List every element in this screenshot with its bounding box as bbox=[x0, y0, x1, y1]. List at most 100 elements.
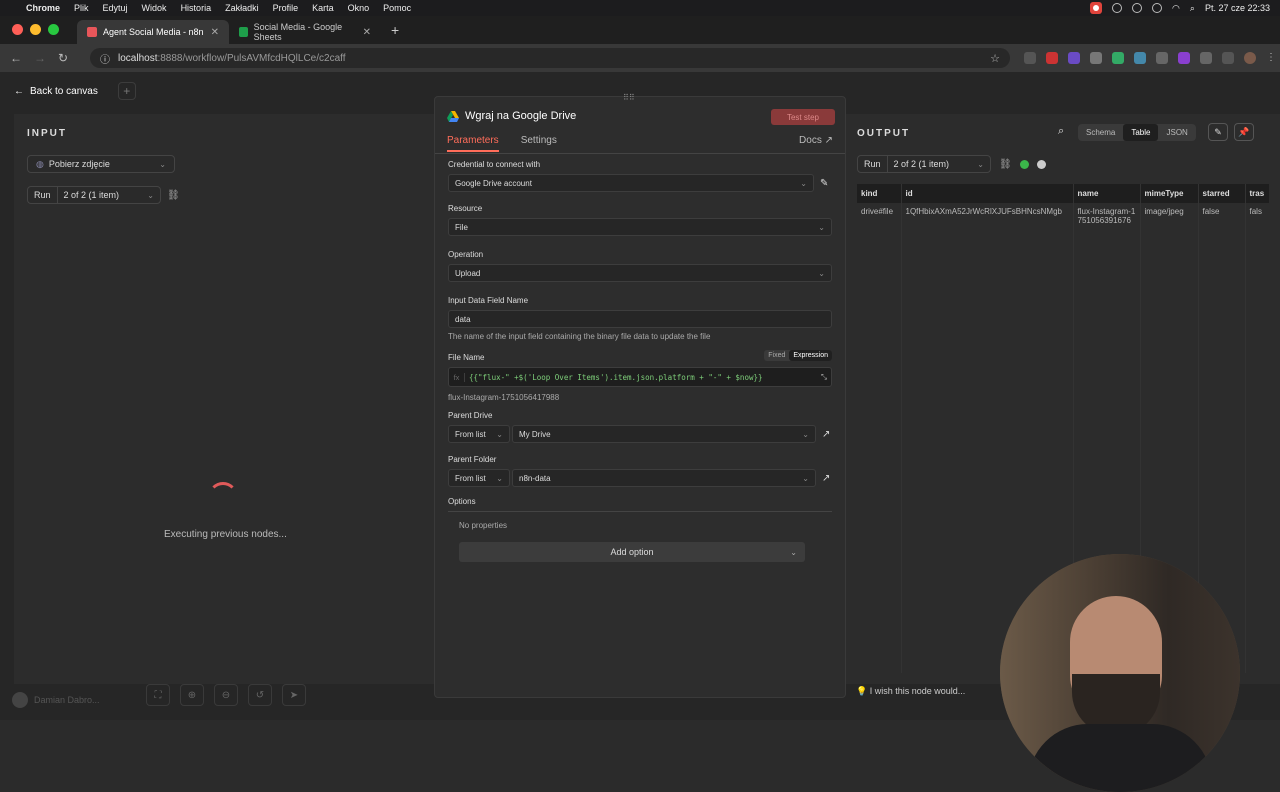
menu-historia[interactable]: Historia bbox=[181, 3, 212, 13]
reload-icon[interactable]: ↻ bbox=[58, 51, 72, 65]
run-value: 2 of 2 (1 item) bbox=[893, 159, 950, 169]
test-step-button[interactable]: Test step bbox=[771, 109, 835, 125]
menu-profile[interactable]: Profile bbox=[273, 3, 299, 13]
feedback-link[interactable]: 💡 I wish this node would... bbox=[856, 686, 965, 697]
input-data-input[interactable]: data bbox=[448, 310, 832, 328]
resource-label: Resource bbox=[448, 204, 483, 213]
search-icon[interactable]: ⌕ bbox=[1058, 125, 1064, 138]
close-tab-icon[interactable]: ✕ bbox=[363, 27, 371, 38]
address-bar[interactable]: ⓘ localhost:8888/workflow/PulsAVMfcdHQlL… bbox=[90, 48, 1010, 68]
extension-icon[interactable] bbox=[1178, 52, 1190, 64]
close-tab-icon[interactable]: ✕ bbox=[211, 27, 219, 38]
profile-avatar[interactable] bbox=[1244, 52, 1256, 64]
extension-icon[interactable] bbox=[1046, 52, 1058, 64]
extension-icon[interactable] bbox=[1068, 52, 1080, 64]
back-to-canvas-label: Back to canvas bbox=[30, 85, 98, 97]
extension-icon[interactable] bbox=[1112, 52, 1124, 64]
info-icon[interactable]: ⓘ bbox=[100, 51, 110, 66]
menu-app-name[interactable]: Chrome bbox=[26, 3, 60, 13]
clock[interactable]: Pt. 27 cze 22:33 bbox=[1205, 3, 1270, 13]
add-node-button[interactable]: + bbox=[117, 82, 136, 100]
user-menu[interactable]: Damian Dabro... bbox=[12, 692, 100, 708]
menu-karta[interactable]: Karta bbox=[312, 3, 334, 13]
extension-icon[interactable] bbox=[1156, 52, 1168, 64]
resource-select[interactable]: File ⌄ bbox=[448, 218, 832, 236]
add-option-button[interactable]: Add option ⌄ bbox=[459, 542, 805, 562]
menu-plik[interactable]: Plik bbox=[74, 3, 89, 13]
unlink-icon[interactable]: ⛓ bbox=[999, 159, 1012, 170]
parent-drive-select[interactable]: My Drive ⌄ bbox=[512, 425, 816, 443]
output-run-select[interactable]: Run 2 of 2 (1 item) ⌄ bbox=[857, 155, 991, 173]
screen-record-icon[interactable] bbox=[1090, 2, 1103, 14]
expand-icon[interactable]: ⤡ bbox=[821, 372, 827, 382]
info-icon[interactable] bbox=[1036, 159, 1046, 169]
file-name-expression-input[interactable]: fx {{"flux-" +$('Loop Over Items').item.… bbox=[448, 367, 832, 387]
input-run-select[interactable]: Run 2 of 2 (1 item) ⌄ bbox=[27, 186, 161, 204]
external-link-icon[interactable]: ↗ bbox=[822, 429, 830, 440]
operation-label: Operation bbox=[448, 250, 484, 259]
wifi-icon[interactable]: ◠ bbox=[1172, 3, 1180, 14]
extension-icon[interactable] bbox=[1090, 52, 1102, 64]
mode-fixed[interactable]: Fixed bbox=[764, 350, 789, 361]
credential-select[interactable]: Google Drive account ⌄ bbox=[448, 174, 814, 192]
status-icon[interactable] bbox=[1152, 3, 1163, 13]
cursor-icon[interactable]: ➤ bbox=[282, 684, 306, 706]
extension-icon[interactable] bbox=[1200, 52, 1212, 64]
menu-okno[interactable]: Okno bbox=[348, 3, 370, 13]
drag-handle-icon[interactable]: ⠿⠿ bbox=[623, 93, 635, 102]
divider bbox=[448, 511, 832, 512]
operation-select[interactable]: Upload ⌄ bbox=[448, 264, 832, 282]
menu-widok[interactable]: Widok bbox=[142, 3, 167, 13]
menu-pomoc[interactable]: Pomoc bbox=[383, 3, 411, 13]
view-table[interactable]: Table bbox=[1123, 124, 1159, 141]
chevron-down-icon: ⌄ bbox=[496, 473, 503, 483]
canvas-header: ← Back to canvas + bbox=[14, 82, 136, 100]
tab-title: Social Media - Google Sheets bbox=[253, 22, 343, 42]
credential-label: Credential to connect with bbox=[448, 160, 541, 169]
minimize-window-button[interactable] bbox=[30, 24, 41, 35]
browser-tab-n8n[interactable]: Agent Social Media - n8n ✕ bbox=[77, 20, 229, 44]
mode-expression[interactable]: Expression bbox=[789, 350, 832, 361]
zoom-window-button[interactable] bbox=[48, 24, 59, 35]
undo-icon[interactable]: ↺ bbox=[248, 684, 272, 706]
unlink-icon[interactable]: ⛓ bbox=[167, 190, 180, 201]
view-schema[interactable]: Schema bbox=[1078, 124, 1123, 141]
tab-settings[interactable]: Settings bbox=[521, 135, 557, 152]
docs-link[interactable]: Docs ↗ bbox=[799, 135, 833, 146]
zoom-in-icon[interactable]: ⊕ bbox=[180, 684, 204, 706]
new-tab-button[interactable]: + bbox=[391, 22, 399, 38]
pin-data-button[interactable]: 📌 bbox=[1234, 123, 1254, 141]
file-name-field: File Name Fixed Expression fx {{"flux-" … bbox=[448, 350, 832, 402]
parent-folder-label: Parent Folder bbox=[448, 455, 497, 464]
parent-folder-select[interactable]: n8n-data ⌄ bbox=[512, 469, 816, 487]
input-node-select[interactable]: ◍ Pobierz zdjęcie ⌄ bbox=[27, 155, 175, 173]
edit-output-button[interactable]: ✎ bbox=[1208, 123, 1228, 141]
back-arrow-icon[interactable]: ← bbox=[10, 51, 24, 65]
parent-drive-mode-select[interactable]: From list ⌄ bbox=[448, 425, 510, 443]
pencil-icon[interactable]: ✎ bbox=[820, 178, 828, 189]
more-menu-icon[interactable]: ⋮ bbox=[1266, 52, 1278, 64]
status-icon[interactable] bbox=[1112, 3, 1123, 13]
browser-tab-sheets[interactable]: Social Media - Google Sheets ✕ bbox=[229, 20, 381, 44]
status-icon[interactable] bbox=[1132, 3, 1143, 13]
parent-folder-mode-select[interactable]: From list ⌄ bbox=[448, 469, 510, 487]
fit-view-icon[interactable]: ⛶ bbox=[146, 684, 170, 706]
search-icon[interactable]: ⌕ bbox=[1190, 3, 1195, 14]
zoom-out-icon[interactable]: ⊖ bbox=[214, 684, 238, 706]
extension-icon[interactable] bbox=[1024, 52, 1036, 64]
input-heading: INPUT bbox=[27, 128, 67, 139]
credential-field: Credential to connect with Google Drive … bbox=[448, 160, 832, 192]
lightbulb-icon: 💡 bbox=[856, 686, 868, 696]
close-window-button[interactable] bbox=[12, 24, 23, 35]
menu-zakladki[interactable]: Zakładki bbox=[225, 3, 259, 13]
node-title-text[interactable]: Wgraj na Google Drive bbox=[465, 110, 576, 122]
extension-icon[interactable] bbox=[1134, 52, 1146, 64]
menu-edytuj[interactable]: Edytuj bbox=[103, 3, 128, 13]
bookmark-star-icon[interactable]: ☆ bbox=[990, 52, 1000, 65]
external-link-icon[interactable]: ↗ bbox=[822, 473, 830, 484]
sidepanel-icon[interactable] bbox=[1222, 52, 1234, 64]
tab-parameters[interactable]: Parameters bbox=[447, 135, 499, 152]
view-json[interactable]: JSON bbox=[1158, 124, 1195, 141]
back-to-canvas-button[interactable]: ← Back to canvas bbox=[14, 86, 98, 97]
forward-arrow-icon[interactable]: → bbox=[34, 51, 48, 65]
